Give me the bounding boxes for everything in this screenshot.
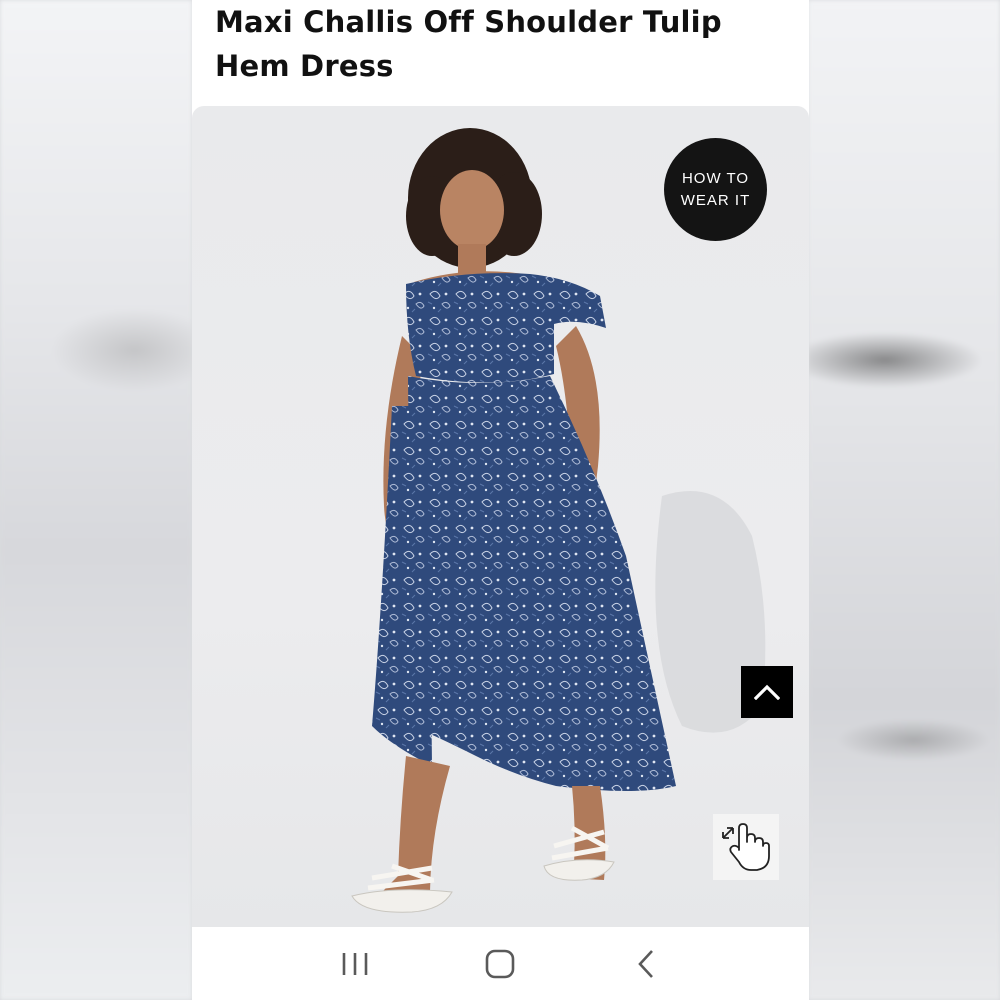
pinch-zoom-hand-icon <box>722 823 770 871</box>
how-to-wear-line2: WEAR IT <box>680 191 751 209</box>
back-icon <box>638 949 654 978</box>
how-to-wear-line1: HOW TO <box>681 169 750 187</box>
recent-apps-button[interactable] <box>325 934 385 994</box>
home-icon <box>486 949 515 978</box>
home-button[interactable] <box>470 934 530 994</box>
system-nav-bar <box>192 927 809 1000</box>
chevron-up-icon <box>754 684 780 700</box>
blurred-background-left <box>0 0 192 1000</box>
blurred-background-right <box>808 0 1000 1000</box>
product-title: Maxi Challis Off Shoulder Tulip Hem Dres… <box>215 5 722 83</box>
product-image[interactable]: HOW TO WEAR IT <box>192 106 809 927</box>
how-to-wear-it-button[interactable]: HOW TO WEAR IT <box>664 138 767 241</box>
back-to-top-button[interactable] <box>741 666 793 718</box>
back-button[interactable] <box>616 934 676 994</box>
product-page: Maxi Challis Off Shoulder Tulip Hem Dres… <box>192 0 809 1000</box>
recent-apps-icon <box>342 952 368 975</box>
zoom-hint <box>713 814 779 880</box>
